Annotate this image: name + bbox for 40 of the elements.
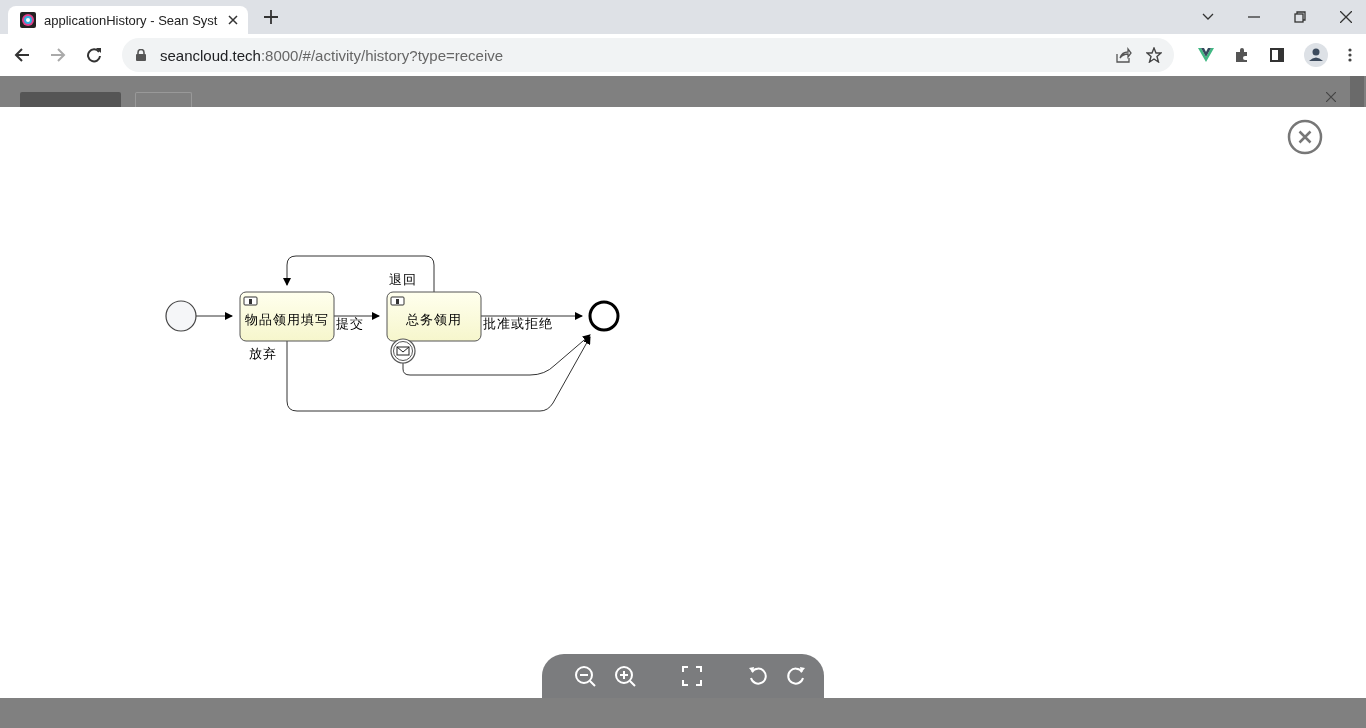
browser-tab[interactable]: applicationHistory - Sean Syst — [8, 6, 248, 34]
lock-icon — [136, 49, 146, 61]
flow-label: 退回 — [389, 272, 417, 287]
tab-search-icon[interactable] — [1202, 13, 1214, 21]
scrollbar[interactable] — [1350, 76, 1364, 107]
task-label: 物品领用填写 — [245, 312, 329, 327]
rotate-right-icon[interactable] — [786, 666, 806, 686]
zoom-in-icon[interactable] — [614, 665, 636, 687]
close-button[interactable] — [1287, 119, 1323, 155]
share-icon[interactable] — [1116, 47, 1132, 63]
close-icon — [1326, 91, 1336, 102]
zoom-out-icon[interactable] — [574, 665, 596, 687]
flow-label: 放弃 — [249, 346, 277, 361]
task-label: 总务领用 — [406, 312, 462, 327]
new-tab-icon[interactable] — [264, 10, 278, 24]
close-icon[interactable] — [1340, 11, 1352, 23]
user-task-icon — [390, 296, 405, 306]
profile-icon[interactable] — [1304, 43, 1328, 67]
tab-title: applicationHistory - Sean Syst — [44, 12, 219, 28]
fullscreen-icon[interactable] — [682, 666, 702, 686]
url-text: seancloud.tech:8000/#/activity/history?type=receive — [160, 46, 504, 64]
side-panel-icon[interactable] — [1270, 48, 1284, 62]
message-event — [390, 338, 416, 364]
menu-icon[interactable] — [1348, 48, 1352, 62]
flow-label: 提交 — [336, 316, 364, 331]
user-task-icon — [243, 296, 258, 306]
star-icon[interactable] — [1146, 47, 1162, 63]
puzzle-icon[interactable] — [1234, 47, 1250, 63]
rotate-left-icon[interactable] — [748, 666, 768, 686]
start-event — [165, 300, 197, 332]
reload-icon[interactable] — [86, 47, 102, 63]
sequence-flow — [195, 312, 233, 320]
end-event — [588, 300, 620, 332]
close-icon[interactable] — [228, 15, 238, 25]
vue-extension-icon[interactable] — [1198, 48, 1214, 62]
address-bar[interactable]: seancloud.tech:8000/#/activity/history?type=receive — [122, 38, 1174, 72]
restore-icon[interactable] — [1294, 11, 1306, 23]
back-icon[interactable] — [14, 47, 30, 63]
app-icon — [20, 12, 36, 28]
flow-label: 批准或拒绝 — [483, 316, 553, 331]
